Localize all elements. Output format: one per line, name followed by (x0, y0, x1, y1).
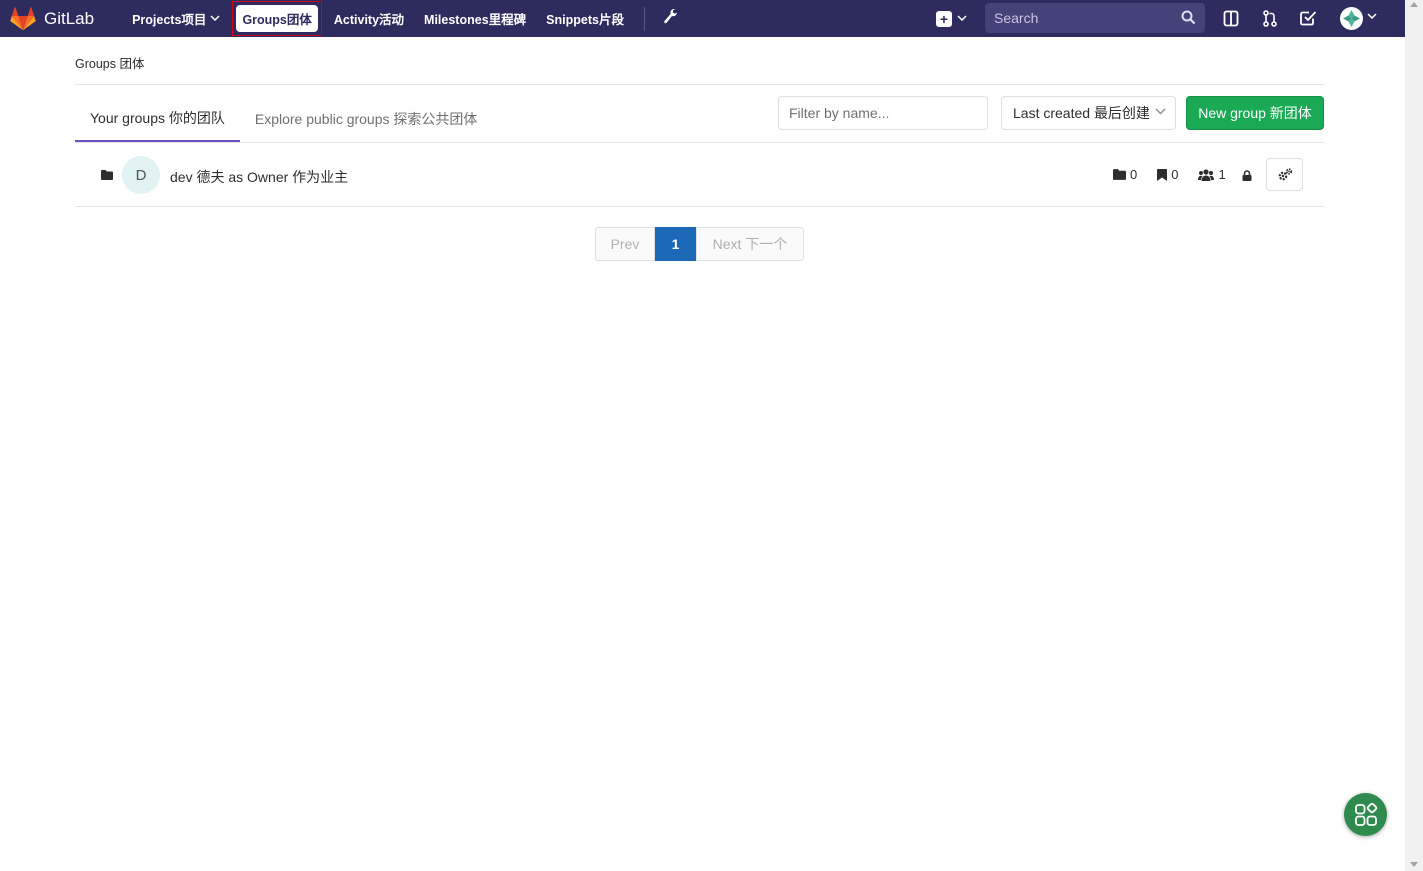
user-avatar[interactable] (1340, 7, 1363, 30)
users-icon (1198, 168, 1215, 181)
folder-icon (101, 170, 113, 180)
group-avatar[interactable]: D (122, 156, 160, 194)
nav-snippets[interactable]: Snippets片段 (536, 0, 634, 37)
chevron-down-icon[interactable] (1367, 11, 1377, 22)
subgroups-count: 0 (1113, 167, 1137, 182)
scroll-up-arrow-icon[interactable] (1410, 2, 1418, 7)
chevron-down-icon (957, 13, 967, 24)
new-dropdown-button[interactable]: + (936, 10, 967, 27)
apps-grid-icon (1354, 802, 1377, 826)
group-stats: 0 0 1 (1113, 167, 1246, 182)
members-count-value: 1 (1218, 167, 1226, 182)
chevron-down-icon (1155, 106, 1166, 118)
nav-divider (643, 6, 645, 31)
sort-selected-label: Last created 最后创建 (1013, 105, 1150, 121)
top-navbar: GitLab Projects项目 Groups团体 Activity活动 Mi… (0, 0, 1405, 37)
bookmark-icon (1157, 168, 1168, 181)
group-name-link[interactable]: dev 德夫 as Owner 作为业主 (170, 167, 348, 187)
search-input[interactable] (985, 10, 1170, 26)
gitlab-logo-icon (10, 6, 36, 30)
nav-activity-label: Activity活动 (333, 13, 405, 27)
floating-apps-button[interactable] (1344, 793, 1387, 836)
tab-your-groups[interactable]: Your groups 你的团队 (75, 96, 240, 142)
sidebar-toggle-icon[interactable] (1221, 8, 1241, 28)
projects-count: 0 (1157, 167, 1178, 182)
nav-activity[interactable]: Activity活动 (324, 0, 414, 37)
nav-snippets-label: Snippets片段 (546, 13, 624, 27)
groups-tabs: Your groups 你的团队 Explore public groups 探… (75, 96, 492, 142)
pagination-page-current[interactable]: 1 (655, 227, 696, 261)
brand[interactable]: GitLab (10, 0, 94, 37)
todo-check-icon[interactable] (1298, 8, 1318, 28)
filter-by-name-input[interactable] (778, 96, 988, 130)
projects-count-value: 0 (1171, 167, 1179, 182)
members-count: 1 (1198, 167, 1226, 182)
sort-dropdown[interactable]: Last created 最后创建 (1001, 96, 1176, 130)
group-settings-button[interactable] (1266, 158, 1303, 191)
main-nav: Projects项目 Groups团体 Activity活动 Milestone… (122, 0, 685, 37)
pagination: Prev 1 Next 下一个 (595, 227, 804, 261)
breadcrumb[interactable]: Groups 团体 (75, 53, 144, 72)
new-group-button[interactable]: New group 新团体 (1186, 96, 1324, 130)
group-row[interactable]: D dev 德夫 as Owner 作为业主 0 0 1 (75, 143, 1324, 207)
plus-square-icon: + (936, 10, 952, 27)
pagination-next[interactable]: Next 下一个 (696, 227, 804, 261)
wrench-icon[interactable] (655, 8, 685, 29)
nav-projects[interactable]: Projects项目 (122, 0, 230, 37)
pagination-prev[interactable]: Prev (595, 227, 655, 261)
subgroups-count-value: 0 (1130, 167, 1138, 182)
search-icon[interactable] (1181, 10, 1196, 28)
search-box (985, 3, 1205, 33)
nav-milestones-label: Milestones里程碑 (424, 13, 527, 27)
folder-icon (1113, 169, 1126, 180)
nav-groups-label: Groups团体 (236, 5, 318, 32)
scroll-down-arrow-icon[interactable] (1410, 862, 1418, 867)
chevron-down-icon (210, 13, 220, 24)
tab-explore-public-groups[interactable]: Explore public groups 探索公共团体 (240, 96, 493, 142)
breadcrumb-divider (75, 84, 1324, 85)
gears-icon (1278, 167, 1292, 180)
nav-right: + (936, 0, 1377, 37)
merge-request-icon[interactable] (1260, 8, 1280, 28)
vertical-scrollbar[interactable] (1405, 0, 1423, 871)
nav-milestones[interactable]: Milestones里程碑 (414, 0, 536, 37)
brand-name: GitLab (44, 8, 95, 28)
nav-groups[interactable]: Groups团体 (232, 1, 322, 36)
nav-projects-label: Projects项目 (132, 13, 207, 27)
lock-icon (1242, 170, 1252, 181)
